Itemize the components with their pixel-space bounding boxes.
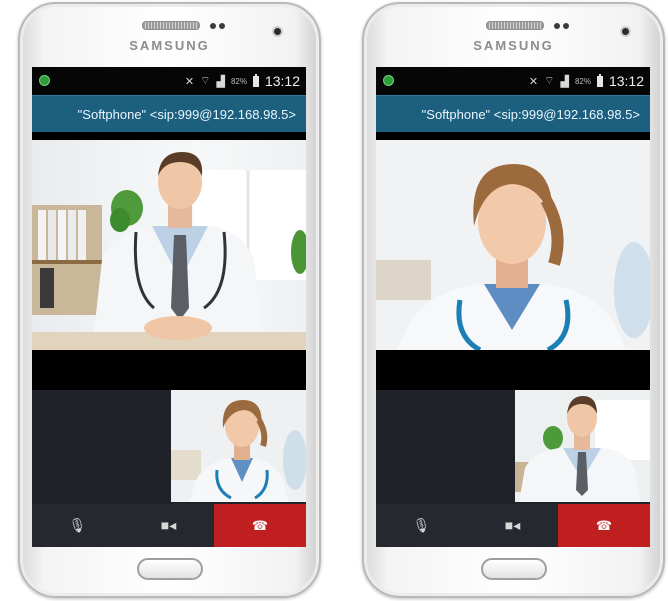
mute-icon: ✕ [528, 75, 539, 88]
signal-icon: ▟ [216, 75, 225, 88]
remote-video[interactable] [376, 140, 650, 350]
phone-frame: SAMSUNG ✕ ⌔ ▟ 82% 13:12 "Softphone" <sip… [362, 2, 665, 598]
mute-icon: ✕ [184, 75, 195, 88]
end-call-button[interactable]: ☎︎ [558, 504, 650, 547]
hang-up-icon: ☎︎ [251, 517, 269, 533]
hang-up-icon: ☎︎ [595, 517, 613, 533]
battery-percent: 82% [230, 76, 247, 86]
video-letterbox [32, 350, 306, 390]
call-controls: 🎙︎ ■◂ ☎︎ [32, 504, 306, 547]
earpiece-speaker [141, 21, 200, 30]
brand-logo: SAMSUNG [473, 38, 554, 53]
mute-mic-button[interactable]: 🎙︎ [376, 504, 467, 547]
toggle-video-button[interactable]: ■◂ [467, 504, 558, 547]
proximity-sensor [563, 23, 569, 29]
phone-screen: ✕ ⌔ ▟ 82% 13:12 "Softphone" <sip:999@192… [376, 67, 650, 547]
video-camera-icon: ■◂ [504, 517, 521, 533]
battery-icon [252, 73, 259, 87]
self-view-video[interactable] [171, 390, 306, 502]
brand-logo: SAMSUNG [129, 38, 210, 53]
app-notification-icon [39, 75, 50, 86]
wifi-icon: ⌔ [544, 75, 555, 87]
app-notification-icon [383, 75, 394, 86]
self-view-video[interactable] [515, 390, 650, 502]
status-bar: ✕ ⌔ ▟ 82% 13:12 [376, 67, 650, 95]
home-button[interactable] [480, 558, 547, 580]
proximity-sensor [219, 23, 225, 29]
status-time: 13:12 [264, 73, 300, 89]
mic-icon: 🎙︎ [68, 517, 87, 533]
phone-frame: SAMSUNG ✕ ⌔ ▟ 82% 13:12 "Softphone" <sip… [18, 2, 321, 598]
wifi-icon: ⌔ [200, 75, 211, 87]
video-camera-icon: ■◂ [160, 517, 177, 533]
remote-video[interactable] [32, 140, 306, 350]
caller-id-bar: "Softphone" <sip:999@192.168.98.5> [376, 95, 650, 132]
mic-icon: 🎙︎ [412, 517, 431, 533]
front-camera [274, 28, 281, 35]
call-controls: 🎙︎ ■◂ ☎︎ [376, 504, 650, 547]
home-button[interactable] [136, 558, 203, 580]
caller-id-bar: "Softphone" <sip:999@192.168.98.5> [32, 95, 306, 132]
proximity-sensor [210, 23, 216, 29]
battery-percent: 82% [574, 76, 591, 86]
phone-screen: ✕ ⌔ ▟ 82% 13:12 "Softphone" <sip:999@192… [32, 67, 306, 547]
proximity-sensor [554, 23, 560, 29]
mute-mic-button[interactable]: 🎙︎ [32, 504, 123, 547]
end-call-button[interactable]: ☎︎ [214, 504, 306, 547]
toggle-video-button[interactable]: ■◂ [123, 504, 214, 547]
status-time: 13:12 [608, 73, 644, 89]
battery-icon [596, 73, 603, 87]
front-camera [622, 28, 629, 35]
video-letterbox [376, 350, 650, 390]
signal-icon: ▟ [560, 75, 569, 88]
status-bar: ✕ ⌔ ▟ 82% 13:12 [32, 67, 306, 95]
earpiece-speaker [485, 21, 544, 30]
